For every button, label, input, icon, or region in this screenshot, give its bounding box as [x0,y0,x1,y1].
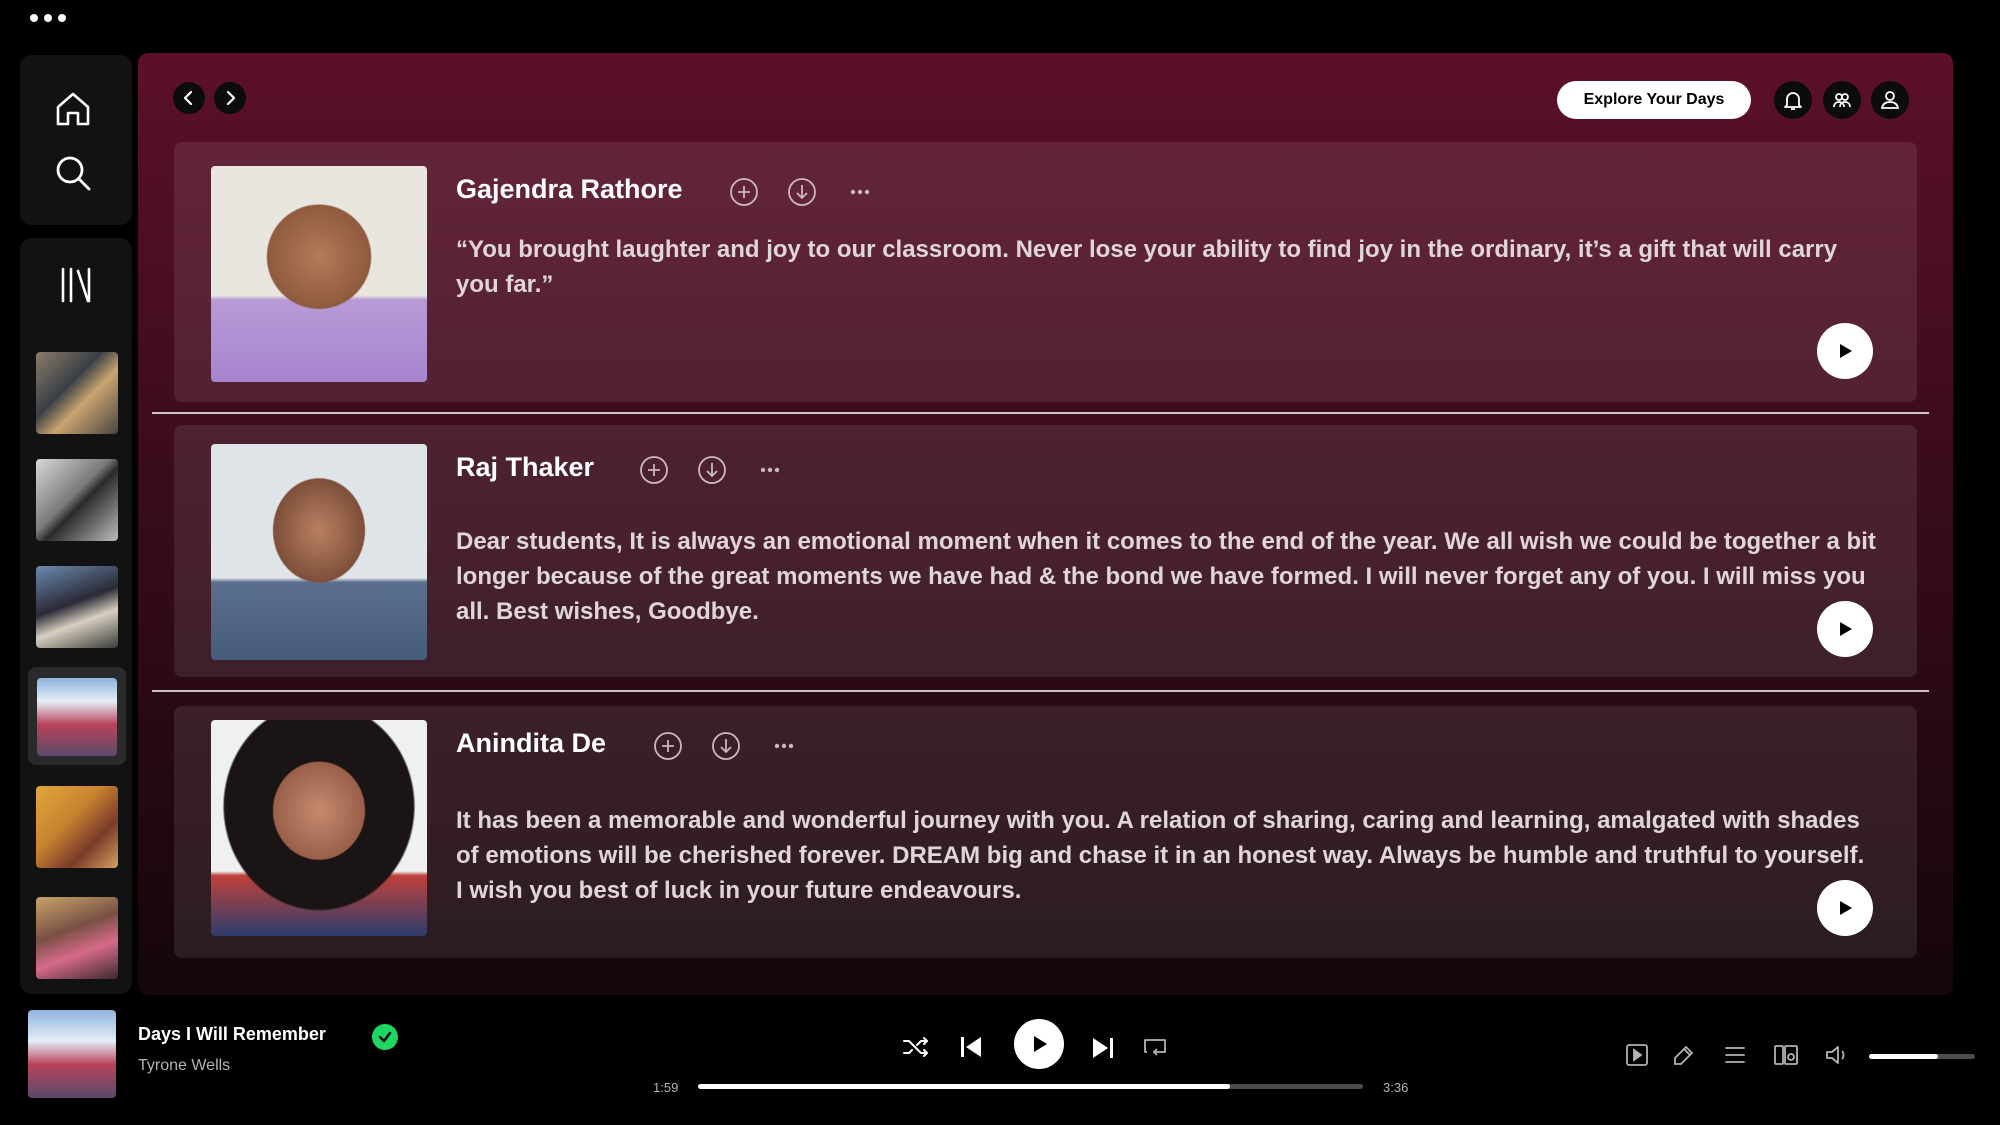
play-icon [1840,344,1852,358]
queue-icon[interactable] [1720,1040,1750,1070]
person-name: Raj Thaker [456,452,595,482]
playlist-thumbnail[interactable] [36,352,118,434]
saved-check-icon[interactable] [372,1024,398,1050]
person-photo [211,166,427,382]
playlist-thumbnail[interactable] [36,786,118,868]
notifications-button[interactable] [1774,81,1812,119]
chevron-right-icon [226,90,236,106]
connect-device-icon[interactable] [1771,1040,1801,1070]
user-icon [1880,91,1900,109]
volume-slider-fill [1869,1054,1938,1059]
now-playing-artist[interactable]: Tyrone Wells [138,1057,230,1075]
home-icon[interactable] [50,86,96,132]
play-button[interactable] [1817,601,1873,657]
play-icon [1840,901,1852,915]
playback-progress-fill [698,1084,1230,1089]
volume-slider[interactable] [1869,1054,1975,1059]
download-icon[interactable] [786,176,818,208]
divider [152,690,1929,692]
message-card: Anindita De It has been a memorable and … [174,706,1917,958]
play-button[interactable] [1817,880,1873,936]
more-icon[interactable] [754,454,786,486]
playlist-thumbnail[interactable] [36,459,118,541]
next-icon[interactable] [1087,1032,1119,1064]
playlist-thumbnail[interactable] [36,897,118,979]
bell-icon [1784,92,1802,110]
person-photo [211,444,427,660]
play-icon [1840,622,1852,636]
friends-activity-button[interactable] [1823,81,1861,119]
message-text: It has been a memorable and wonderful jo… [456,807,1865,904]
library-icon[interactable] [56,263,96,307]
more-icon[interactable] [768,730,800,762]
shuffle-icon[interactable] [900,1033,932,1061]
profile-button[interactable] [1871,81,1909,119]
elapsed-time: 1:59 [653,1080,679,1095]
back-button[interactable] [173,82,205,114]
playlist-thumbnail[interactable] [36,566,118,648]
message-text: “You brought laughter and joy to our cla… [456,236,1838,298]
repeat-icon[interactable] [1140,1033,1170,1061]
friends-icon [1833,93,1851,108]
total-duration: 3:36 [1383,1080,1409,1095]
lyrics-icon[interactable] [1669,1040,1699,1070]
main-content: Explore Your Days Gajendra Rathore “You … [138,53,1953,995]
playlist-thumbnail[interactable] [37,678,117,756]
divider [152,412,1929,414]
more-icon[interactable] [844,176,876,208]
message-card: Raj Thaker Dear students, It is always a… [174,425,1917,677]
download-icon[interactable] [696,454,728,486]
app-menu-icon[interactable] [30,14,66,22]
now-playing-title[interactable]: Days I Will Remember [138,1024,326,1045]
play-button[interactable] [1817,323,1873,379]
add-circle-icon[interactable] [652,730,684,762]
add-circle-icon[interactable] [638,454,670,486]
download-icon[interactable] [710,730,742,762]
search-icon[interactable] [50,150,96,196]
play-icon [1034,1036,1047,1052]
volume-icon[interactable] [1822,1040,1852,1070]
playback-progress[interactable] [698,1084,1363,1089]
person-photo [211,720,427,936]
person-name: Gajendra Rathore [456,174,683,204]
now-playing-artwork[interactable] [28,1010,116,1098]
message-card: Gajendra Rathore “You brought laughter a… [174,142,1917,402]
now-playing-view-icon[interactable] [1622,1040,1652,1070]
forward-button[interactable] [214,82,246,114]
play-pause-button[interactable] [1014,1019,1064,1069]
add-circle-icon[interactable] [728,176,760,208]
explore-button[interactable]: Explore Your Days [1557,81,1751,119]
sidebar-nav [20,55,132,225]
message-text: Dear students, It is always an emotional… [456,528,1876,625]
person-name: Anindita De [456,728,607,758]
previous-icon[interactable] [955,1031,987,1063]
chevron-left-icon [183,90,193,106]
